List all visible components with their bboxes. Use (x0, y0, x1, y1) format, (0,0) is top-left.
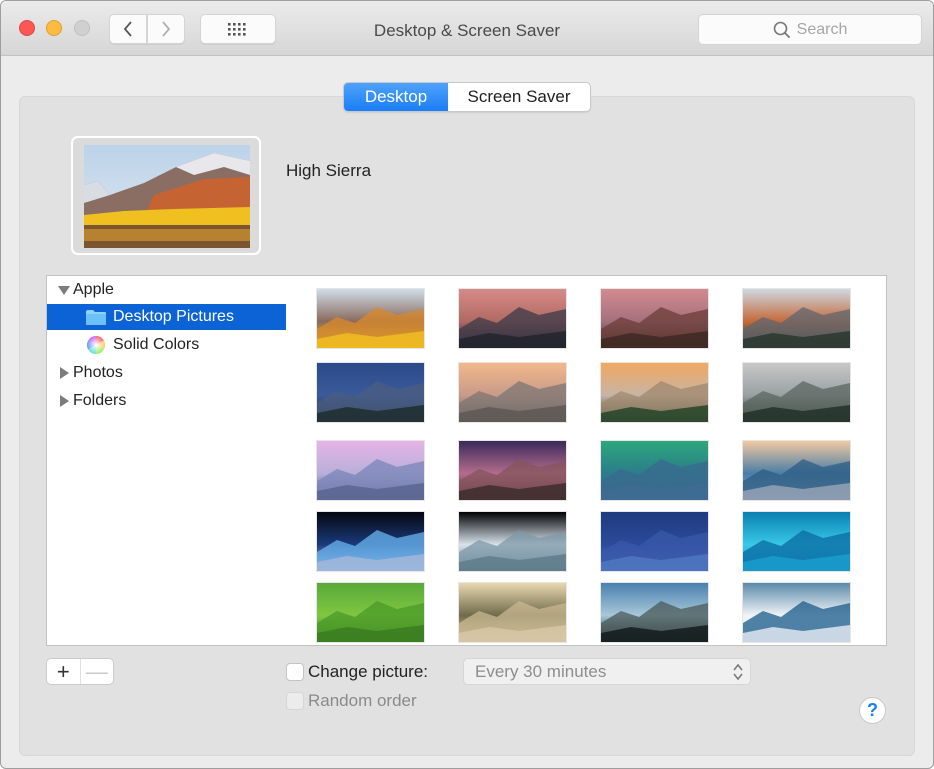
wallpaper-thumbnail[interactable] (600, 288, 709, 349)
wallpaper-thumbnail[interactable] (316, 582, 425, 643)
popup-arrows-icon (733, 663, 743, 681)
tab-bar: Desktop Screen Saver (343, 82, 591, 112)
wallpaper-thumbnail[interactable] (742, 288, 851, 349)
wallpaper-thumbnail[interactable] (458, 288, 567, 349)
change-interval-select[interactable]: Every 30 minutes (463, 658, 751, 685)
wallpaper-thumbnail[interactable] (458, 362, 567, 423)
random-order-label: Random order (308, 691, 417, 710)
color-wheel-icon (86, 336, 106, 354)
search-icon (773, 21, 790, 38)
search-placeholder: Search (796, 20, 848, 38)
tab-desktop[interactable]: Desktop (344, 83, 448, 111)
wallpaper-thumbnail[interactable] (458, 582, 567, 643)
change-interval-value: Every 30 minutes (475, 661, 607, 681)
help-button[interactable]: ? (859, 697, 886, 724)
change-picture-checkbox[interactable] (286, 663, 304, 681)
source-label: Desktop Pictures (113, 308, 234, 325)
disclosure-collapsed-icon[interactable] (60, 395, 69, 407)
wallpaper-thumbnail[interactable] (316, 511, 425, 572)
source-item-solid-colors[interactable]: Solid Colors (47, 332, 286, 358)
wallpaper-thumbnail[interactable] (458, 511, 567, 572)
search-field[interactable]: Search (698, 14, 922, 45)
wallpaper-name: High Sierra (286, 161, 372, 180)
wallpaper-thumbnail[interactable] (742, 440, 851, 501)
random-order-checkbox[interactable] (286, 692, 304, 710)
wallpaper-thumbnail[interactable] (742, 582, 851, 643)
source-label: Apple (73, 281, 114, 298)
wallpaper-thumbnail[interactable] (458, 440, 567, 501)
source-item-desktop-pictures[interactable]: Desktop Pictures (47, 304, 286, 330)
wallpaper-grid[interactable] (286, 275, 887, 646)
source-label: Folders (73, 392, 127, 409)
remove-folder-button[interactable]: — (79, 659, 114, 684)
add-remove-control: + — (46, 658, 114, 685)
desktop-screensaver-window: Desktop & Screen Saver Search Desktop Sc… (0, 0, 934, 769)
add-folder-button[interactable]: + (47, 659, 80, 684)
current-wallpaper-preview (71, 136, 261, 255)
wallpaper-thumbnail[interactable] (316, 362, 425, 423)
source-list[interactable]: Apple Desktop Pictures Solid Colors Phot… (46, 275, 287, 646)
title-bar: Desktop & Screen Saver Search (1, 1, 933, 56)
disclosure-collapsed-icon[interactable] (60, 367, 69, 379)
folder-icon (86, 309, 106, 325)
wallpaper-thumbnail[interactable] (600, 362, 709, 423)
source-label: Solid Colors (113, 336, 200, 353)
wallpaper-thumbnail[interactable] (600, 440, 709, 501)
wallpaper-thumbnail[interactable] (316, 288, 425, 349)
wallpaper-thumbnail[interactable] (600, 511, 709, 572)
wallpaper-thumbnail[interactable] (316, 440, 425, 501)
source-item-photos[interactable]: Photos (47, 360, 286, 386)
wallpaper-preview-image (84, 145, 250, 248)
change-picture-label: Change picture: (308, 662, 429, 681)
source-item-folders[interactable]: Folders (47, 388, 286, 414)
wallpaper-thumbnail[interactable] (742, 511, 851, 572)
wallpaper-thumbnail[interactable] (600, 582, 709, 643)
wallpaper-thumbnail[interactable] (742, 362, 851, 423)
tab-screen-saver[interactable]: Screen Saver (448, 83, 590, 111)
disclosure-expanded-icon[interactable] (58, 285, 70, 295)
source-label: Photos (73, 364, 123, 381)
source-item-apple[interactable]: Apple (47, 277, 286, 303)
